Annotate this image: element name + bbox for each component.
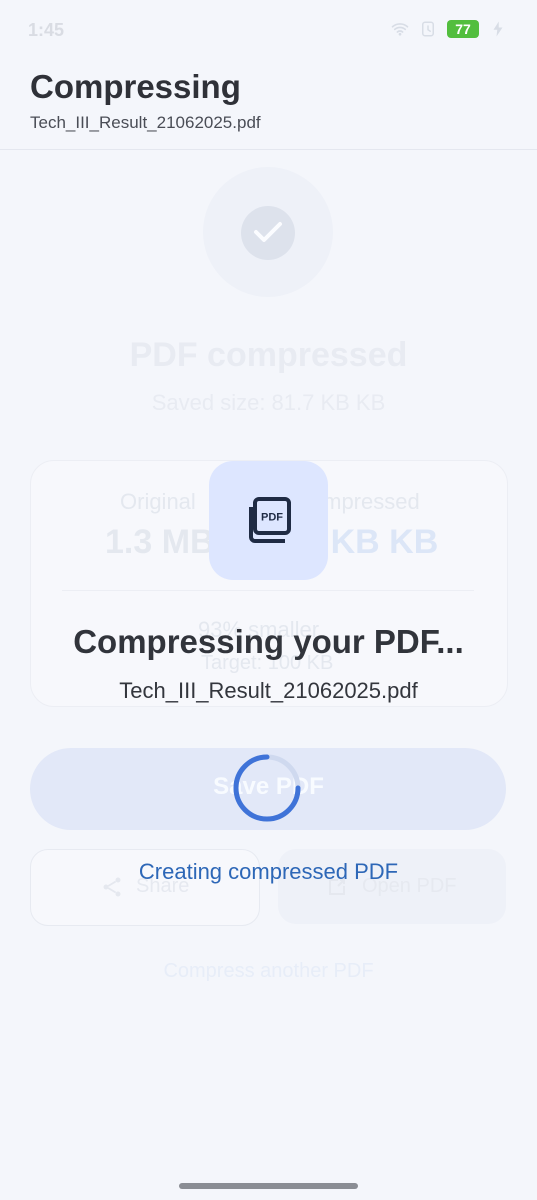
compression-overlay: PDF Compressing your PDF... Tech_III_Res… <box>0 0 537 1200</box>
compression-status: Creating compressed PDF <box>138 859 399 884</box>
overlay-filename: Tech_III_Result_21062025.pdf <box>119 678 418 703</box>
home-indicator[interactable] <box>179 1183 358 1189</box>
pdf-icon-label: PDF <box>261 512 283 524</box>
overlay-title: Compressing your PDF... <box>73 623 464 660</box>
pdf-icon: PDF <box>249 497 291 543</box>
spinner-icon <box>233 754 301 822</box>
pdf-badge: PDF <box>209 461 328 580</box>
